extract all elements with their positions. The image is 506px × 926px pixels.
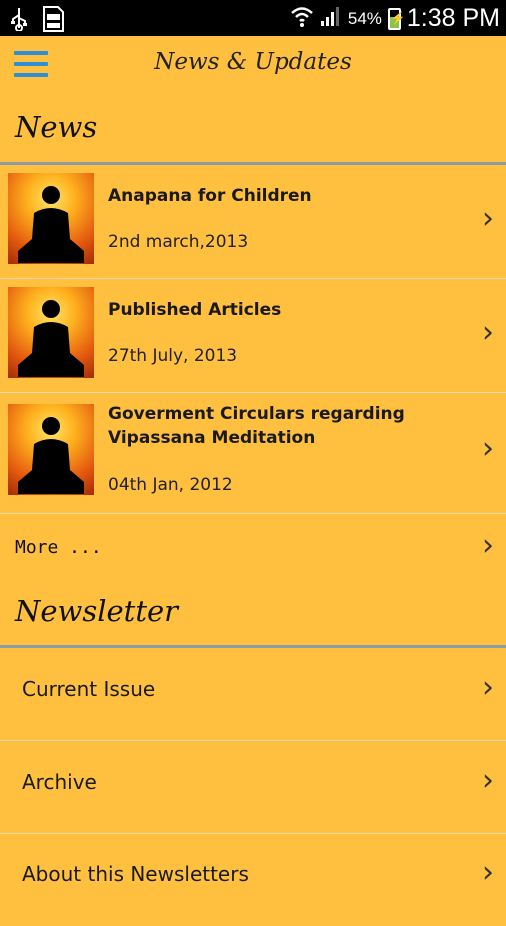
chevron-right-icon: › [482,315,494,350]
page-title: News & Updates [154,49,352,75]
news-item-date: 2nd march,2013 [108,232,249,252]
news-item-date: 04th Jan, 2012 [108,475,233,495]
news-item[interactable]: Published Articles 27th July, 2013 › [0,279,506,393]
chevron-right-icon: › [482,763,494,798]
clock: 1:38 PM [406,4,500,32]
meditation-thumbnail [8,173,94,264]
news-section-title: News [15,110,98,144]
news-item-title: Goverment Circulars regarding Vipassana … [108,404,405,448]
chevron-right-icon: › [482,670,494,705]
news-item-title: Published Articles [108,300,282,320]
news-item[interactable]: Goverment Circulars regarding Vipassana … [0,393,506,514]
more-news-button[interactable]: More ... › [0,514,506,586]
usb-icon [10,7,28,35]
newsletter-item-label: About this Newsletters [22,862,249,886]
newsletter-item-label: Archive [22,770,97,794]
newsletter-item-current-issue[interactable]: Current Issue › [0,648,506,741]
status-bar: 54% ⚡ 1:38 PM [0,0,506,36]
chevron-right-icon: › [482,855,494,890]
sd-card-icon [42,6,64,36]
newsletter-item-archive[interactable]: Archive › [0,741,506,834]
app-bar: News & Updates [0,36,506,94]
meditation-thumbnail [8,404,94,495]
newsletter-item-label: Current Issue [22,677,156,701]
signal-icon [320,5,342,32]
chevron-right-icon: › [482,528,494,563]
more-label: More ... [15,537,102,558]
battery-icon: ⚡ [387,7,406,30]
news-item-date: 27th July, 2013 [108,346,238,366]
wifi-icon [290,4,314,33]
news-item-title: Anapana for Children [108,186,312,206]
newsletter-section-title: Newsletter [15,594,179,628]
chevron-right-icon: › [482,201,494,236]
meditation-thumbnail [8,287,94,378]
chevron-right-icon: › [482,431,494,466]
battery-percent: 54% [347,8,382,28]
news-item[interactable]: Anapana for Children 2nd march,2013 › [0,165,506,279]
newsletter-item-about[interactable]: About this Newsletters › [0,834,506,926]
